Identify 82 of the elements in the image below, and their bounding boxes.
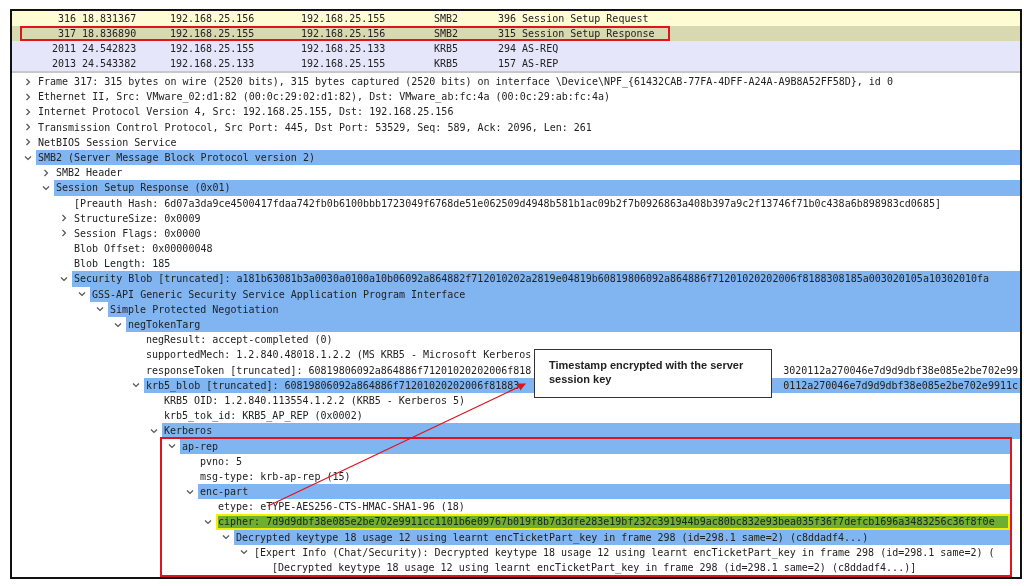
packet-time: 18.831367 bbox=[82, 12, 138, 26]
tree-item[interactable]: pvno: 5 bbox=[200, 453, 243, 469]
tree-item[interactable]: cipher: 7d9d9dbf38e085e2be702e9911cc1101b6e09767b019f8b7d3dfe283e19bf232c391944b9ac80bc832e93bea035f36f7defcb1696a3483256c36f8f0e bbox=[218, 514, 995, 530]
tree-item[interactable]: responseToken [truncated]: 60819806092a864886f71201020202006f818 bbox=[146, 362, 532, 378]
tree-item[interactable]: supportedMech: 1.2.840.48018.1.2.2 (MS KRB5 - Microsoft Kerberos bbox=[146, 347, 532, 363]
packet-source: 192.168.25.156 bbox=[170, 12, 256, 26]
packet-source: 192.168.25.155 bbox=[170, 42, 256, 56]
tree-item[interactable]: SMB2 (Server Message Block Protocol version 2) bbox=[38, 149, 315, 166]
packet-info: AS-REP bbox=[522, 57, 559, 71]
chevron-down-icon[interactable] bbox=[222, 533, 230, 542]
tree-item[interactable]: [Decrypted keytype 18 usage 12 using learnt encTicketPart_key in frame 298 (id=298.1 same=2) (c8ddadf4...)] bbox=[272, 560, 917, 576]
tree-item[interactable]: Ethernet II, Src: VMware_02:d1:82 (00:0c:29:02:d1:82), Dst: VMware_ab:fc:4a (00:0c:29:ab:fc:4a) bbox=[38, 89, 610, 105]
packet-row[interactable]: 317 18.836890 192.168.25.155 192.168.25.156 SMB2 315 Session Setup Response bbox=[12, 26, 1020, 41]
packet-source: 192.168.25.133 bbox=[170, 57, 256, 71]
packet-number: 316 bbox=[56, 12, 77, 26]
tree-item[interactable]: StructureSize: 0x0009 bbox=[74, 210, 201, 226]
chevron-down-icon[interactable] bbox=[60, 275, 68, 284]
tree-item[interactable]: Transmission Control Protocol, Src Port: 445, Dst Port: 53529, Seq: 589, Ack: 2096, Len: 261 bbox=[38, 119, 592, 135]
packet-row[interactable]: 316 18.831367 192.168.25.156 192.168.25.155 SMB2 396 Session Setup Request bbox=[12, 11, 1020, 26]
packet-time: 18.836890 bbox=[82, 27, 138, 41]
tree-item[interactable]: Security Blob [truncated]: a181b63081b3a0030a0100a10b06092a864882f712010202a2819e04819b60819806092a864886f71201020202006f8188308185a003020105a10302010fa bbox=[74, 271, 990, 287]
chevron-down-icon[interactable] bbox=[24, 153, 32, 162]
tree-item[interactable]: negTokenTarg bbox=[128, 317, 201, 333]
tree-item-text: 0112a270046e7d9d9dbf38e085e2be702e9911c bbox=[783, 378, 1019, 393]
tree-item[interactable]: Frame 317: 315 bytes on wire (2520 bits), 315 bytes captured (2520 bits) on interface \Device\NPF_{61432CAB-77FA-4DFF-A24A-A9B8A52FF58D}, id 0 bbox=[38, 74, 893, 90]
packet-source: 192.168.25.155 bbox=[170, 27, 256, 41]
chevron-down-icon[interactable] bbox=[114, 320, 122, 329]
packet-destination: 192.168.25.155 bbox=[301, 12, 387, 26]
tree-item[interactable]: Blob Offset: 0x00000048 bbox=[74, 241, 213, 257]
tree-item[interactable]: krb5_tok_id: KRB5_AP_REP (0x0002) bbox=[164, 408, 363, 424]
chevron-down-icon[interactable] bbox=[240, 548, 248, 557]
tree-item[interactable]: KRB5 OID: 1.2.840.113554.1.2.2 (KRB5 - Kerberos 5) bbox=[164, 392, 466, 409]
packet-info: Session Setup Request bbox=[522, 12, 649, 26]
packet-protocol: SMB2 bbox=[434, 27, 460, 41]
tree-item[interactable]: etype: eTYPE-AES256-CTS-HMAC-SHA1-96 (18) bbox=[218, 499, 465, 515]
tree-item[interactable]: Decrypted keytype 18 usage 12 using learnt encTicketPart_key in frame 298 (id=298.1 same=2) (c8ddadf4...) bbox=[236, 529, 869, 545]
tree-item[interactable]: ap-rep bbox=[182, 438, 219, 454]
packet-protocol: SMB2 bbox=[434, 12, 460, 26]
chevron-down-icon[interactable] bbox=[150, 426, 158, 435]
chevron-down-icon[interactable] bbox=[132, 381, 140, 390]
chevron-down-icon[interactable] bbox=[42, 183, 50, 192]
chevron-down-icon[interactable] bbox=[78, 290, 86, 299]
packet-length: 294 bbox=[498, 42, 518, 56]
packet-info: Session Setup Response bbox=[522, 27, 655, 41]
packet-protocol: KRB5 bbox=[434, 57, 460, 71]
packet-length: 315 bbox=[498, 27, 518, 41]
tree-item[interactable]: [Expert Info (Chat/Security): Decrypted keytype 18 usage 12 using learnt encTicketPart_key in frame 298 (id=298.1 same=2) ( bbox=[254, 544, 995, 560]
packet-time: 24.543382 bbox=[82, 57, 138, 71]
tree-item[interactable]: msg-type: krb-ap-rep (15) bbox=[200, 468, 351, 485]
tree-item[interactable]: Session Setup Response (0x01) bbox=[56, 180, 231, 196]
packet-number: 2011 bbox=[50, 42, 77, 56]
packet-length: 396 bbox=[498, 12, 518, 26]
tree-item[interactable]: krb5_blob [truncated]: 60819806092a864886f71201020202006f81883 bbox=[146, 377, 520, 393]
callout-note: Timestamp encrypted with the server session key bbox=[534, 349, 772, 398]
packet-protocol: KRB5 bbox=[434, 42, 460, 56]
chevron-right-icon[interactable] bbox=[42, 168, 50, 177]
chevron-down-icon[interactable] bbox=[168, 442, 176, 451]
chevron-down-icon[interactable] bbox=[186, 487, 194, 496]
tree-item[interactable]: enc-part bbox=[200, 484, 249, 500]
tree-item[interactable]: Session Flags: 0x0000 bbox=[74, 225, 201, 242]
packet-row[interactable]: 2013 24.543382 192.168.25.133 192.168.25.155 KRB5 157 AS-REP bbox=[12, 56, 1020, 71]
tree-item[interactable]: NetBIOS Session Service bbox=[38, 134, 177, 150]
packet-row[interactable]: 2011 24.542823 192.168.25.155 192.168.25.133 KRB5 294 AS-REQ bbox=[12, 41, 1020, 56]
tree-item[interactable]: GSS-API Generic Security Service Application Program Interface bbox=[92, 286, 466, 302]
tree-item[interactable]: Internet Protocol Version 4, Src: 192.168.25.155, Dst: 192.168.25.156 bbox=[38, 104, 454, 120]
packet-number: 317 bbox=[56, 27, 77, 41]
chevron-down-icon[interactable] bbox=[204, 518, 212, 527]
tree-item[interactable]: Blob Length: 185 bbox=[74, 256, 171, 272]
tree-item[interactable]: Kerberos bbox=[164, 423, 213, 439]
tree-item[interactable]: [Preauth Hash: 6d07a3da9ce4500417fdaa742fb0b6100bbb1723049f6768de51e062509d4948b581b1ac09b2f7b0926863a408b397a9c2f13746f71b0c438a6b898983cd0685] bbox=[74, 195, 941, 211]
chevron-down-icon[interactable] bbox=[96, 305, 104, 314]
packet-length: 157 bbox=[498, 57, 518, 71]
packet-number: 2013 bbox=[50, 57, 77, 71]
packet-destination: 192.168.25.155 bbox=[301, 57, 387, 71]
tree-item-text: 3020112a270046e7d9d9dbf38e085e2be702e99 bbox=[783, 363, 1019, 378]
packet-destination: 192.168.25.156 bbox=[301, 27, 387, 41]
packet-info: AS-REQ bbox=[522, 42, 559, 56]
tree-item[interactable]: Simple Protected Negotiation bbox=[110, 301, 279, 317]
packet-time: 24.542823 bbox=[82, 42, 138, 56]
packet-destination: 192.168.25.133 bbox=[301, 42, 387, 56]
tree-item[interactable]: negResult: accept-completed (0) bbox=[146, 332, 333, 348]
tree-item[interactable]: SMB2 Header bbox=[56, 165, 123, 181]
